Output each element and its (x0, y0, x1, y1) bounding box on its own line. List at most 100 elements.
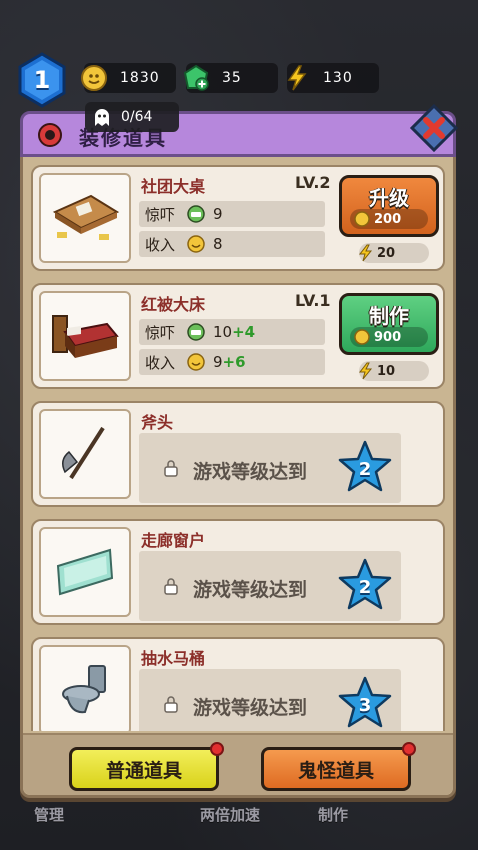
list-item-locked: 抽水马桶 游戏等级达到 3 (31, 637, 445, 731)
item-level: LV.2 (295, 173, 331, 192)
close-icon (409, 103, 459, 153)
income-label: 收入 (145, 235, 176, 254)
fear-stat: 惊吓 9 (139, 201, 325, 227)
craft-button[interactable]: 制作 900 (339, 293, 439, 355)
fear-value: 9 (213, 205, 223, 223)
ghost-count: 0/64 (121, 109, 153, 125)
window-icon (56, 548, 114, 596)
price-value: 900 (374, 329, 402, 345)
income-bonus: +6 (222, 353, 246, 371)
notification-dot (210, 742, 224, 756)
price-value: 200 (374, 211, 402, 227)
income-stat: 收入 8 (139, 231, 325, 257)
list-item-locked: 走廊窗户 游戏等级达到 2 (31, 519, 445, 625)
coin-icon (187, 353, 205, 371)
energy-cost: 20 (358, 243, 429, 263)
item-name: 斧头 (141, 413, 174, 432)
toilet-icon (62, 665, 106, 714)
green-gem-icon (183, 64, 209, 91)
gems-value: 35 (222, 70, 242, 86)
fear-value: 10 (213, 323, 233, 341)
list-item: 社团大桌 LV.2 惊吓 9 收入 8 升级 200 20 (31, 165, 445, 271)
coins-counter[interactable]: 1830 (81, 63, 176, 93)
locked-overlay: 游戏等级达到 2 (139, 551, 401, 621)
item-name: 红被大床 (141, 295, 206, 314)
item-thumbnail (39, 645, 131, 731)
lightning-icon (287, 65, 307, 91)
nav-manage[interactable]: 管理 (34, 804, 64, 825)
ghost-counter: 0/64 (85, 102, 179, 132)
item-thumbnail (39, 291, 131, 381)
energy-cost-value: 10 (377, 363, 396, 379)
ghost-icon (95, 109, 109, 126)
lightning-icon (358, 362, 373, 380)
coin-icon (354, 329, 370, 345)
coins-value: 1830 (120, 70, 160, 86)
required-level: 3 (358, 694, 372, 716)
locked-overlay: 游戏等级达到 3 (139, 669, 401, 731)
tab-ghost-label: 鬼怪道具 (297, 759, 374, 782)
item-name: 抽水马桶 (141, 649, 206, 668)
price-tag: 900 (350, 327, 428, 347)
lock-icon (164, 460, 178, 477)
close-button[interactable] (409, 103, 459, 153)
item-thumbnail (39, 527, 131, 617)
required-level-badge: 2 (337, 439, 393, 495)
price-tag: 200 (350, 209, 428, 229)
income-value: 8 (213, 235, 223, 253)
item-level: LV.1 (295, 291, 331, 310)
item-thumbnail (39, 409, 131, 499)
lock-icon (164, 578, 178, 595)
income-label: 收入 (145, 353, 176, 372)
tab-normal-items[interactable]: 普通道具 (69, 742, 224, 791)
tab-ghost-items[interactable]: 鬼怪道具 (261, 742, 416, 791)
coin-icon (187, 235, 205, 253)
income-value: 9 (213, 353, 223, 371)
lock-icon (164, 696, 178, 713)
fear-bonus: +4 (232, 323, 256, 341)
upgrade-label: 升级 (369, 186, 409, 210)
category-tabs: 普通道具 鬼怪道具 (23, 733, 453, 795)
bottom-nav: 管理 两倍加速 制作 (0, 800, 478, 850)
energy-value: 130 (323, 70, 353, 86)
list-item: 红被大床 LV.1 惊吓 10 +4 收入 9 +6 制作 900 10 (31, 283, 445, 389)
tab-normal-label: 普通道具 (105, 759, 182, 782)
unlock-requirement-text: 游戏等级达到 (193, 697, 308, 719)
fear-label: 惊吓 (145, 205, 176, 224)
notification-dot (402, 742, 416, 756)
required-level-badge: 3 (337, 675, 393, 731)
top-hud: 1 1830 35 130 (0, 0, 478, 110)
nav-double-speed[interactable]: 两倍加速 (200, 804, 260, 825)
bed-icon (52, 315, 119, 358)
unlock-requirement-text: 游戏等级达到 (193, 579, 308, 601)
income-stat: 收入 9 +6 (139, 349, 325, 375)
modal-header: 装修道具 0/64 (20, 102, 456, 157)
energy-cost: 10 (358, 361, 429, 381)
decoration-items-modal: 装修道具 0/64 社团大桌 LV.2 惊吓 9 收入 8 升级 200 20 … (20, 102, 459, 798)
required-level: 2 (358, 576, 372, 598)
fear-icon (187, 323, 205, 341)
fear-stat: 惊吓 10 +4 (139, 319, 325, 345)
list-item-locked: 斧头 游戏等级达到 2 (31, 401, 445, 507)
nav-craft[interactable]: 制作 (318, 804, 348, 825)
player-level: 1 (33, 66, 51, 94)
player-level-badge[interactable]: 1 (14, 52, 70, 108)
item-list[interactable]: 社团大桌 LV.2 惊吓 9 收入 8 升级 200 20 红被大床 LV.1 … (31, 165, 445, 731)
item-name: 社团大桌 (141, 177, 206, 196)
upgrade-button[interactable]: 升级 200 (339, 175, 439, 237)
lightning-icon (358, 244, 373, 262)
locked-overlay: 游戏等级达到 2 (139, 433, 401, 503)
fear-icon (187, 205, 205, 223)
coin-icon (81, 65, 107, 91)
item-thumbnail (39, 173, 131, 263)
item-name: 走廊窗户 (141, 531, 206, 550)
axe-icon (62, 426, 105, 480)
required-level: 2 (358, 458, 372, 480)
gems-counter[interactable]: 35 (183, 63, 278, 93)
craft-label: 制作 (369, 304, 409, 328)
energy-counter[interactable]: 130 (287, 63, 379, 93)
required-level-badge: 2 (337, 557, 393, 613)
energy-cost-value: 20 (377, 245, 396, 261)
coin-icon (354, 211, 370, 227)
fear-label: 惊吓 (145, 323, 176, 342)
